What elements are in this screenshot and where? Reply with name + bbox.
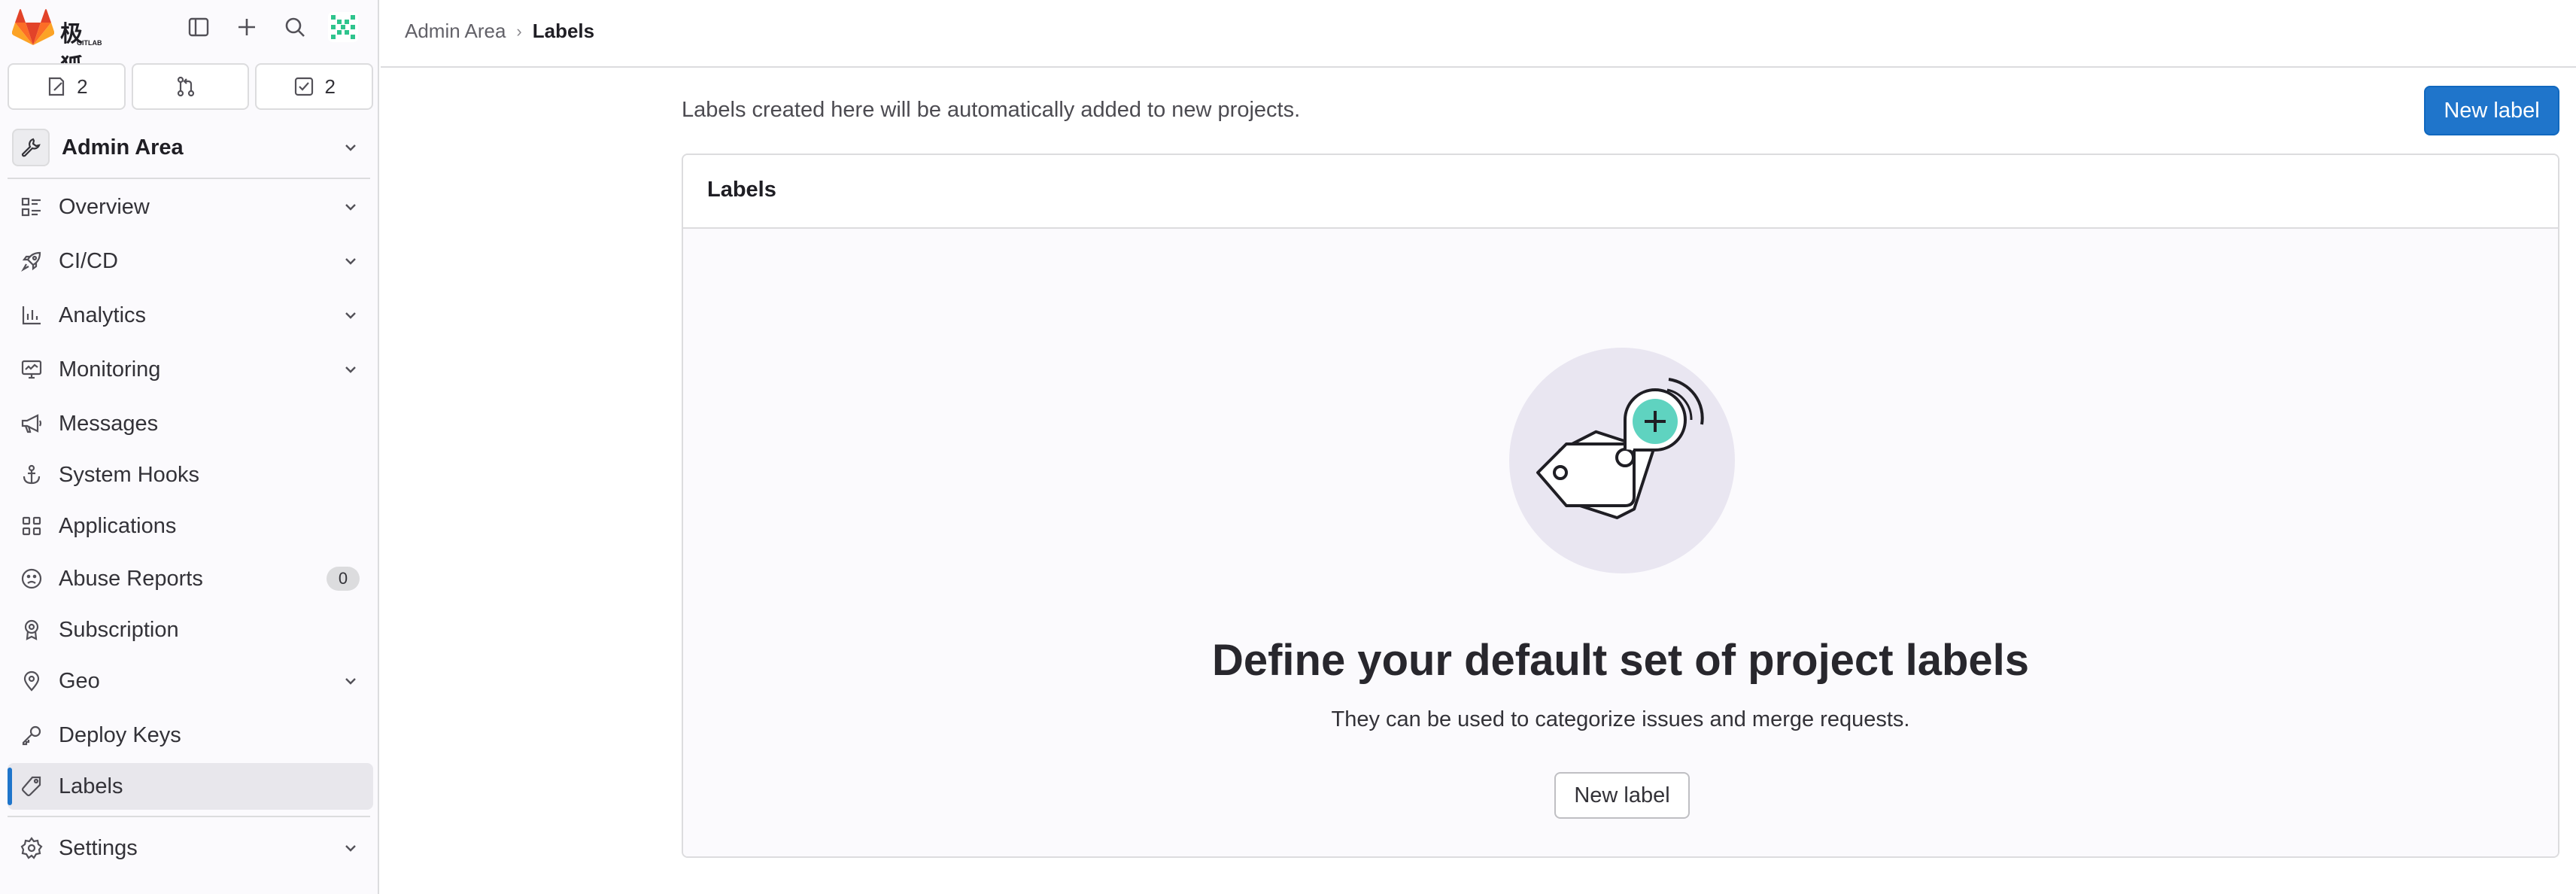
- sidebar-item-geo[interactable]: Geo: [8, 658, 373, 704]
- sidebar-item-label: Overview: [59, 194, 150, 219]
- location-icon: [18, 667, 45, 695]
- chevron-down-icon: [345, 678, 356, 685]
- create-new-button[interactable]: [230, 11, 263, 44]
- labels-card-title: Labels: [707, 178, 776, 202]
- sidebar-item-label: Messages: [59, 411, 159, 436]
- sidebar-item-deploy-keys[interactable]: Deploy Keys: [8, 712, 373, 759]
- new-label-button[interactable]: New label: [2424, 86, 2559, 135]
- sidebar-item-abuse-reports[interactable]: Abuse Reports 0: [8, 555, 373, 602]
- labels-intro-text: Labels created here will be automaticall…: [682, 98, 1301, 122]
- logo-subtext: GITLAB: [77, 39, 102, 47]
- context-label: Admin Area: [62, 135, 184, 160]
- home-logo-link[interactable]: 极狐 GITLAB: [12, 9, 102, 80]
- context-switcher[interactable]: Admin Area: [8, 125, 373, 170]
- chevron-down-icon: [345, 366, 356, 373]
- admin-wrench-icon: [12, 129, 50, 166]
- sidebar-toggle-button[interactable]: [182, 11, 215, 44]
- rocket-icon: [18, 248, 45, 275]
- settings-icon: [18, 835, 45, 862]
- labels-empty-illustration-icon: [1509, 348, 1735, 573]
- bullhorn-icon: [18, 410, 45, 437]
- sidebar-item-label: Analytics: [59, 303, 147, 327]
- sidebar: 极狐 GITLAB: [0, 0, 379, 894]
- top-bar: Admin Area › Labels: [381, 0, 2576, 68]
- todos-count: 2: [324, 74, 336, 98]
- search-button[interactable]: [278, 11, 311, 44]
- sidebar-item-system-hooks[interactable]: System Hooks: [8, 452, 373, 498]
- abuse-reports-count-badge: 0: [327, 567, 360, 591]
- sad-face-icon: [18, 565, 45, 592]
- labels-card: Labels Define your default set of projec…: [682, 154, 2559, 858]
- chevron-down-icon: [345, 312, 356, 319]
- empty-state-new-label-button[interactable]: New label: [1554, 772, 1690, 819]
- assigned-issues-counter[interactable]: 2: [8, 63, 126, 110]
- sidebar-divider: [8, 816, 370, 817]
- sidebar-item-label: Labels: [59, 774, 123, 798]
- sidebar-toggle-icon: [188, 17, 209, 37]
- issues-count: 2: [77, 74, 88, 98]
- sidebar-item-label: Applications: [59, 513, 177, 538]
- sidebar-item-overview[interactable]: Overview: [8, 184, 373, 230]
- issues-icon: [48, 77, 65, 96]
- sidebar-item-messages[interactable]: Messages: [8, 400, 373, 447]
- sidebar-item-monitoring[interactable]: Monitoring: [8, 346, 373, 393]
- app-root: 极狐 GITLAB: [0, 0, 2576, 894]
- sidebar-item-label: Monitoring: [59, 357, 161, 382]
- sidebar-item-settings[interactable]: Settings: [8, 825, 373, 871]
- sidebar-item-label: CI/CD: [59, 248, 118, 273]
- plus-icon: [238, 19, 255, 35]
- sidebar-item-cicd[interactable]: CI/CD: [8, 238, 373, 284]
- overview-icon: [18, 193, 45, 220]
- sidebar-item-labels[interactable]: Labels: [8, 763, 373, 810]
- merge-request-icon: [177, 76, 195, 97]
- sidebar-header: 极狐 GITLAB: [0, 0, 378, 80]
- license-icon: [18, 616, 45, 643]
- user-counters: 2 2: [8, 63, 374, 111]
- tanuki-logo-icon: [12, 9, 54, 45]
- labels-card-header: Labels: [683, 155, 2558, 229]
- merge-requests-counter[interactable]: [131, 63, 250, 110]
- empty-state-title: Define your default set of project label…: [1211, 636, 2030, 685]
- sidebar-item-label: Abuse Reports: [59, 566, 203, 591]
- monitor-icon: [18, 356, 45, 383]
- chevron-down-icon: [345, 845, 356, 852]
- todo-icon: [295, 77, 314, 96]
- key-icon: [18, 722, 45, 749]
- sidebar-divider: [8, 178, 370, 179]
- todos-counter[interactable]: 2: [255, 63, 374, 110]
- sidebar-item-label: System Hooks: [59, 462, 199, 487]
- sidebar-item-label: Deploy Keys: [59, 722, 181, 747]
- chart-icon: [18, 302, 45, 329]
- search-icon: [285, 17, 305, 37]
- sidebar-item-analytics[interactable]: Analytics: [8, 292, 373, 339]
- sidebar-item-label: Geo: [59, 668, 100, 693]
- avatar-icon: [328, 12, 358, 42]
- sidebar-item-subscription[interactable]: Subscription: [8, 607, 373, 653]
- label-icon: [18, 773, 45, 800]
- chevron-down-icon: [345, 204, 356, 211]
- empty-state: Define your default set of project label…: [683, 229, 2558, 856]
- empty-state-description: They can be used to categorize issues an…: [1331, 707, 1910, 731]
- applications-icon: [18, 512, 45, 540]
- sidebar-item-applications[interactable]: Applications: [8, 503, 373, 549]
- sidebar-item-label: Settings: [59, 835, 138, 860]
- sidebar-item-label: Subscription: [59, 617, 179, 642]
- chevron-down-icon: [345, 258, 356, 265]
- chevron-down-icon: [345, 144, 356, 151]
- anchor-icon: [18, 461, 45, 488]
- breadcrumb: Admin Area › Labels: [405, 20, 594, 43]
- breadcrumb-current: Labels: [532, 20, 595, 42]
- breadcrumb-admin-area-link[interactable]: Admin Area: [405, 20, 506, 43]
- breadcrumb-separator-icon: ›: [516, 21, 522, 41]
- user-avatar-button[interactable]: [327, 11, 360, 44]
